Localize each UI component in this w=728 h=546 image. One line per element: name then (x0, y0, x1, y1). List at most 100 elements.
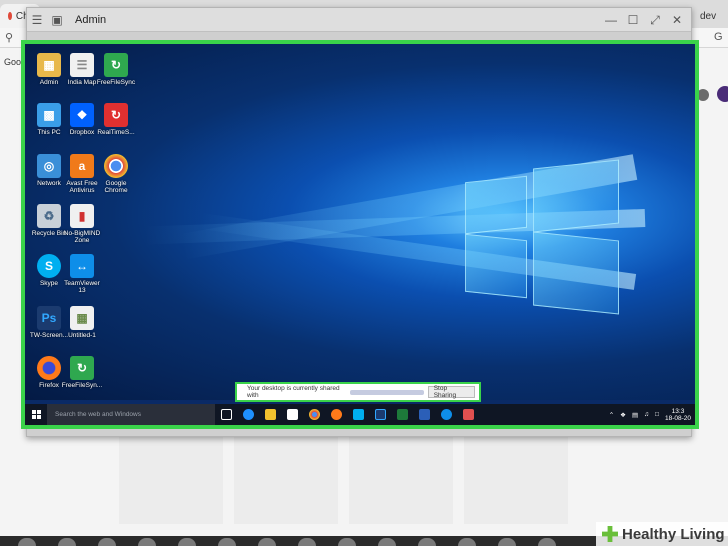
close-icon[interactable]: ✕ (667, 10, 687, 30)
sync-red-icon: ↻ (104, 103, 128, 127)
document-red-icon: ▮ (70, 204, 94, 228)
dock-icon[interactable] (458, 538, 476, 546)
excel-icon[interactable] (391, 404, 413, 425)
firefox-icon (37, 356, 61, 380)
dock-icon[interactable] (18, 538, 36, 546)
desktop-icon-label: FreeFileSync (96, 79, 136, 86)
healthy-living-watermark: Healthy Living (596, 522, 728, 546)
message-icon[interactable]: □ (655, 411, 659, 418)
task-view-icon[interactable] (215, 404, 237, 425)
chrome-icon[interactable] (303, 404, 325, 425)
volume-icon[interactable]: ♫ (644, 411, 649, 418)
firefox-icon[interactable] (325, 404, 347, 425)
photoshop-icon: Ps (37, 306, 61, 330)
dock-icon[interactable] (378, 538, 396, 546)
teamviewer-icon: ↔ (70, 254, 94, 278)
minimize-icon[interactable]: — (601, 10, 621, 30)
misc-app-icon[interactable] (457, 404, 479, 425)
windows-logo-pane (533, 159, 619, 233)
folder-user-icon: ▦ (37, 53, 61, 77)
dock-icon[interactable] (498, 538, 516, 546)
search-icon: ⚲ (5, 32, 14, 44)
screen-icon[interactable]: ▣ (47, 10, 67, 30)
dock-icon[interactable] (138, 538, 156, 546)
desktop-icon-realtimesync[interactable]: ↻ RealTimeS... (95, 103, 137, 136)
redacted-email (350, 389, 424, 395)
dock-icon[interactable] (178, 538, 196, 546)
avatar[interactable] (717, 86, 728, 102)
desktop-icon-label: FreeFileSyn... (61, 382, 103, 389)
hamburger-icon[interactable]: ☰ (27, 10, 47, 30)
taskbar-search-input[interactable]: Search the web and Windows (47, 404, 215, 425)
dock-icon[interactable] (298, 538, 316, 546)
desktop-icon-label: TeamViewer 13 (64, 280, 100, 294)
healthy-living-logo-icon (602, 526, 618, 542)
shared-desktop-frame: ▦ Admin ☰ India Map ↻ FreeFileSync ▩ Thi… (21, 40, 699, 429)
desktop-icon-untitled[interactable]: ▦ Untitled-1 (61, 306, 103, 339)
dock-icon[interactable] (218, 538, 236, 546)
windows-logo-pane (465, 233, 527, 299)
image-file-icon: ▦ (70, 306, 94, 330)
desktop-share-notice: Your desktop is currently shared with St… (235, 382, 481, 402)
desktop-icon-teamviewer[interactable]: ↔ TeamViewer 13 (61, 254, 103, 294)
content-card[interactable] (349, 434, 453, 524)
content-card[interactable] (234, 434, 338, 524)
dock-icon[interactable] (418, 538, 436, 546)
remote-window-titlebar[interactable]: ☰ ▣ Admin — ☐ ⤢ ✕ (27, 8, 691, 32)
start-button[interactable] (25, 404, 47, 425)
sync-batch-icon: ↻ (70, 356, 94, 380)
windows-logo-pane (533, 231, 619, 315)
content-card[interactable] (119, 434, 223, 524)
network-icon: ◎ (37, 154, 61, 178)
clock-date: 18-08-20 (664, 414, 691, 422)
dropbox-icon: ❖ (70, 103, 94, 127)
chrome-icon (104, 154, 128, 178)
desktop-icon-label: Untitled-1 (68, 332, 96, 339)
desktop-icon-label: Google Chrome (104, 180, 128, 194)
dock-icon[interactable] (258, 538, 276, 546)
fullscreen-icon[interactable]: ⤢ (645, 10, 665, 30)
windows-logo-pane (465, 175, 527, 235)
recycle-bin-icon: ♻ (37, 204, 61, 228)
watermark-text: Healthy Living (622, 525, 725, 543)
chevron-up-icon[interactable]: ⌃ (609, 411, 614, 419)
dock-icon[interactable] (338, 538, 356, 546)
document-icon: ☰ (70, 53, 94, 77)
store-icon[interactable] (281, 404, 303, 425)
network-tray-icon[interactable]: ▤ (632, 411, 638, 419)
dock-icon[interactable] (538, 538, 556, 546)
system-tray: ⌃ ❖ ▤ ♫ □ 13:3 18-08-20 (609, 404, 691, 425)
taskbar-clock[interactable]: 13:3 18-08-20 (665, 408, 691, 422)
dropbox-tray-icon[interactable]: ❖ (620, 411, 626, 419)
taskbar-search-placeholder: Search the web and Windows (55, 411, 141, 418)
word-icon[interactable] (413, 404, 435, 425)
desktop-icon-chrome[interactable]: Google Chrome (95, 154, 137, 194)
photoshop-icon[interactable] (369, 404, 391, 425)
chrome-tab-icon (8, 12, 12, 20)
sync-icon: ↻ (104, 53, 128, 77)
dock-icon[interactable] (98, 538, 116, 546)
bookmarks-text: Goo (4, 57, 22, 67)
dock-icon[interactable] (58, 538, 76, 546)
edge-icon[interactable] (237, 404, 259, 425)
address-bar-letter: G (714, 31, 723, 43)
file-explorer-icon[interactable] (259, 404, 281, 425)
teamviewer-icon[interactable] (435, 404, 457, 425)
content-card[interactable] (464, 434, 568, 524)
desktop-icon-freefilesync[interactable]: ↻ FreeFileSync (95, 53, 137, 86)
share-notice-text: Your desktop is currently shared with (247, 385, 340, 399)
browser-tab-2[interactable]: dev (692, 4, 728, 28)
skype-icon[interactable] (347, 404, 369, 425)
browser-tab-label: dev (700, 10, 717, 22)
desktop-icon-freefilesync-batch[interactable]: ↻ FreeFileSyn... (61, 356, 103, 389)
remote-window-title: Admin (75, 13, 107, 26)
clock-time: 13:3 (671, 407, 685, 415)
maximize-icon[interactable]: ☐ (623, 10, 643, 30)
skype-icon: S (37, 254, 61, 278)
desktop-icon-nobigmind[interactable]: ▮ No-BigMIND Zone (61, 204, 103, 244)
windows-desktop[interactable]: ▦ Admin ☰ India Map ↻ FreeFileSync ▩ Thi… (25, 44, 695, 400)
desktop-icon-label: No-BigMIND Zone (63, 230, 101, 244)
stop-sharing-button[interactable]: Stop Sharing (427, 385, 475, 399)
avast-icon: a (70, 154, 94, 178)
windows-logo-icon (31, 410, 41, 419)
